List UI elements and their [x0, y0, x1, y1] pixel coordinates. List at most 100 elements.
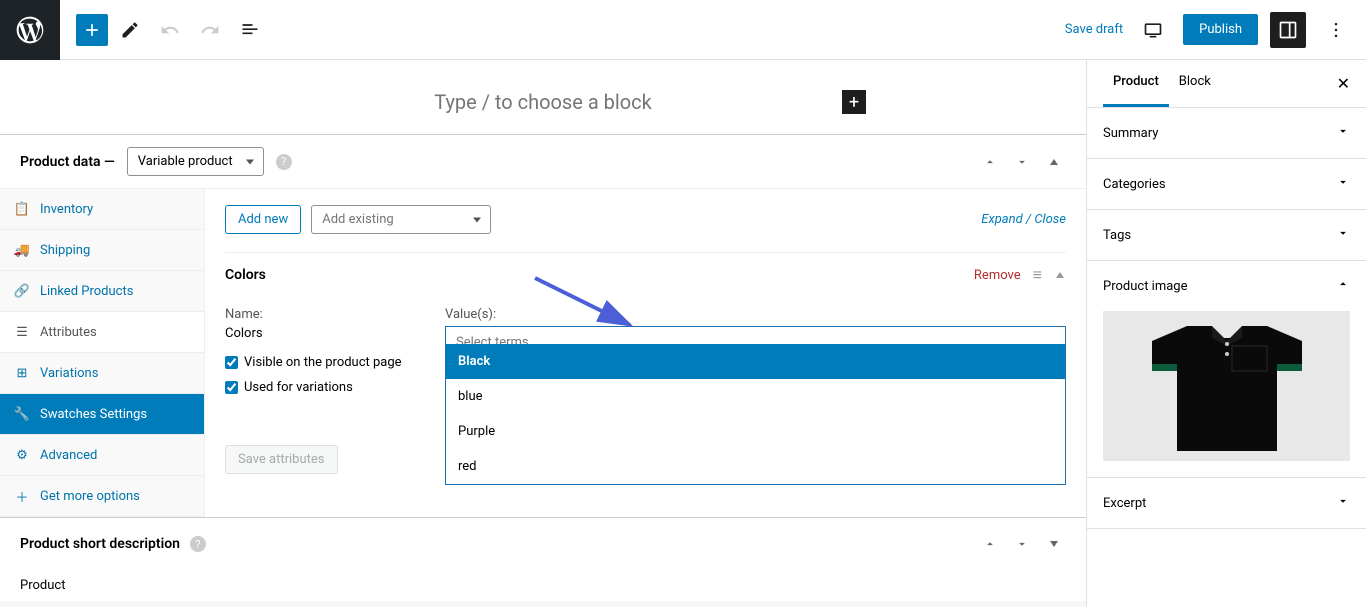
- gear-icon: ⚙: [14, 447, 30, 463]
- preview-icon[interactable]: [1135, 12, 1171, 48]
- attribute-name-value: Colors: [225, 326, 425, 341]
- panel-header-tags[interactable]: Tags: [1087, 210, 1366, 260]
- close-icon[interactable]: ✕: [1337, 60, 1350, 107]
- add-existing-select[interactable]: [311, 205, 491, 234]
- dropdown-option[interactable]: red: [446, 449, 1065, 484]
- inventory-icon: 📋: [14, 201, 30, 217]
- attribute-right-column: Value(s): Black blue Purple red: [445, 307, 1066, 405]
- help-icon[interactable]: ?: [190, 536, 206, 552]
- toolbar-left: [60, 12, 268, 48]
- tab-inventory[interactable]: 📋Inventory: [0, 189, 204, 230]
- chevron-up-icon[interactable]: [978, 532, 1002, 556]
- panel-summary: Summary: [1087, 108, 1366, 159]
- sidebar-tab-product[interactable]: Product: [1103, 60, 1169, 107]
- chevron-up-icon: [1336, 277, 1350, 295]
- save-draft-link[interactable]: Save draft: [1065, 22, 1123, 37]
- panel-product-image: Product image: [1087, 261, 1366, 478]
- dropdown-option[interactable]: blue: [446, 379, 1065, 414]
- shipping-icon: 🚚: [14, 242, 30, 258]
- main-layout: Type / to choose a block + Product data …: [0, 60, 1366, 607]
- collapse-icon[interactable]: [1054, 266, 1066, 285]
- plus-icon: ＋: [14, 488, 30, 504]
- toolbar-right: Save draft Publish: [1065, 12, 1366, 48]
- sidebar-tabs: Product Block ✕: [1087, 60, 1366, 108]
- attribute-body: Name: Colors Visible on the product page…: [225, 297, 1066, 425]
- redo-icon[interactable]: [192, 12, 228, 48]
- dropdown-option[interactable]: Black: [446, 344, 1065, 379]
- editor-area: Type / to choose a block + Product data …: [0, 60, 1086, 607]
- tab-get-more-options[interactable]: ＋Get more options: [0, 476, 204, 517]
- attribute-left-column: Name: Colors Visible on the product page…: [225, 307, 425, 405]
- add-block-inline-icon[interactable]: +: [842, 90, 866, 114]
- attribute-title: Colors: [225, 267, 266, 283]
- add-block-button[interactable]: [76, 14, 108, 46]
- panel-header-excerpt[interactable]: Excerpt: [1087, 478, 1366, 528]
- help-icon[interactable]: ?: [276, 154, 292, 170]
- chevron-down-icon: [1336, 175, 1350, 193]
- variations-checkbox[interactable]: [225, 381, 238, 394]
- panel-header-product-image[interactable]: Product image: [1087, 261, 1366, 311]
- short-description-panel: Product short description ?: [0, 517, 1086, 570]
- expand-close-link[interactable]: Expand / Close: [981, 212, 1066, 227]
- more-options-icon[interactable]: [1318, 12, 1354, 48]
- product-type-select[interactable]: Variable product: [127, 147, 264, 176]
- panel-header-categories[interactable]: Categories: [1087, 159, 1366, 209]
- terms-dropdown: Black blue Purple red: [445, 344, 1066, 485]
- tab-shipping[interactable]: 🚚Shipping: [0, 230, 204, 271]
- footer-label: Product: [0, 570, 1086, 601]
- triangle-down-icon[interactable]: [1042, 532, 1066, 556]
- document-outline-icon[interactable]: [232, 12, 268, 48]
- remove-attribute-link[interactable]: Remove: [974, 268, 1021, 283]
- drag-handle-icon[interactable]: ≡: [1033, 265, 1042, 285]
- chevron-down-icon[interactable]: [1010, 532, 1034, 556]
- product-image-box[interactable]: [1087, 311, 1366, 477]
- name-label: Name:: [225, 307, 425, 322]
- triangle-up-icon[interactable]: [1042, 150, 1066, 174]
- panel-tags: Tags: [1087, 210, 1366, 261]
- chevron-up-icon[interactable]: [978, 150, 1002, 174]
- visible-checkbox-row[interactable]: Visible on the product page: [225, 355, 425, 370]
- attributes-content: Add new Expand / Close Colors Remove ≡: [205, 189, 1086, 517]
- values-label: Value(s):: [445, 307, 1066, 322]
- content-block: Type / to choose a block +: [0, 60, 1086, 134]
- panel-categories: Categories: [1087, 159, 1366, 210]
- product-data-panel: Product data — Variable product ? 📋Inven…: [0, 134, 1086, 517]
- tab-swatches-settings[interactable]: 🔧Swatches Settings: [0, 394, 204, 435]
- undo-icon[interactable]: [152, 12, 188, 48]
- settings-sidebar: Product Block ✕ Summary Categories Tags: [1086, 60, 1366, 607]
- settings-panel-toggle[interactable]: [1270, 12, 1306, 48]
- chevron-down-icon: [1336, 226, 1350, 244]
- sidebar-tab-block[interactable]: Block: [1169, 60, 1221, 107]
- edit-tool-icon[interactable]: [112, 12, 148, 48]
- dropdown-option[interactable]: Purple: [446, 414, 1065, 449]
- variations-checkbox-row[interactable]: Used for variations: [225, 380, 425, 395]
- panel-header-summary[interactable]: Summary: [1087, 108, 1366, 158]
- visible-checkbox[interactable]: [225, 356, 238, 369]
- block-placeholder[interactable]: Type / to choose a block: [0, 60, 1086, 134]
- polo-shirt-image: [1127, 316, 1327, 456]
- panel-excerpt: Excerpt: [1087, 478, 1366, 529]
- tab-linked-products[interactable]: 🔗Linked Products: [0, 271, 204, 312]
- add-new-button[interactable]: Add new: [225, 205, 301, 234]
- editor-topbar: Save draft Publish: [0, 0, 1366, 60]
- attribute-panel: Colors Remove ≡ Name: Colors: [225, 252, 1066, 425]
- grid-icon: ⊞: [14, 365, 30, 381]
- publish-button[interactable]: Publish: [1183, 14, 1258, 45]
- tab-attributes[interactable]: ☰Attributes: [0, 312, 204, 353]
- product-data-body: 📋Inventory 🚚Shipping 🔗Linked Products ☰A…: [0, 188, 1086, 517]
- tab-variations[interactable]: ⊞Variations: [0, 353, 204, 394]
- product-data-tabs: 📋Inventory 🚚Shipping 🔗Linked Products ☰A…: [0, 189, 205, 517]
- wrench-icon: 🔧: [14, 406, 30, 422]
- attributes-top-row: Add new Expand / Close: [225, 205, 1066, 234]
- save-attributes-button[interactable]: Save attributes: [225, 445, 338, 474]
- tab-advanced[interactable]: ⚙Advanced: [0, 435, 204, 476]
- product-data-header: Product data — Variable product ?: [0, 135, 1086, 188]
- attribute-header: Colors Remove ≡: [225, 253, 1066, 297]
- link-icon: 🔗: [14, 283, 30, 299]
- product-image-thumbnail[interactable]: [1103, 311, 1350, 461]
- wordpress-logo[interactable]: [0, 0, 60, 60]
- product-data-label: Product data —: [20, 154, 115, 170]
- list-icon: ☰: [14, 324, 30, 340]
- short-description-title: Product short description: [20, 536, 180, 552]
- chevron-down-icon[interactable]: [1010, 150, 1034, 174]
